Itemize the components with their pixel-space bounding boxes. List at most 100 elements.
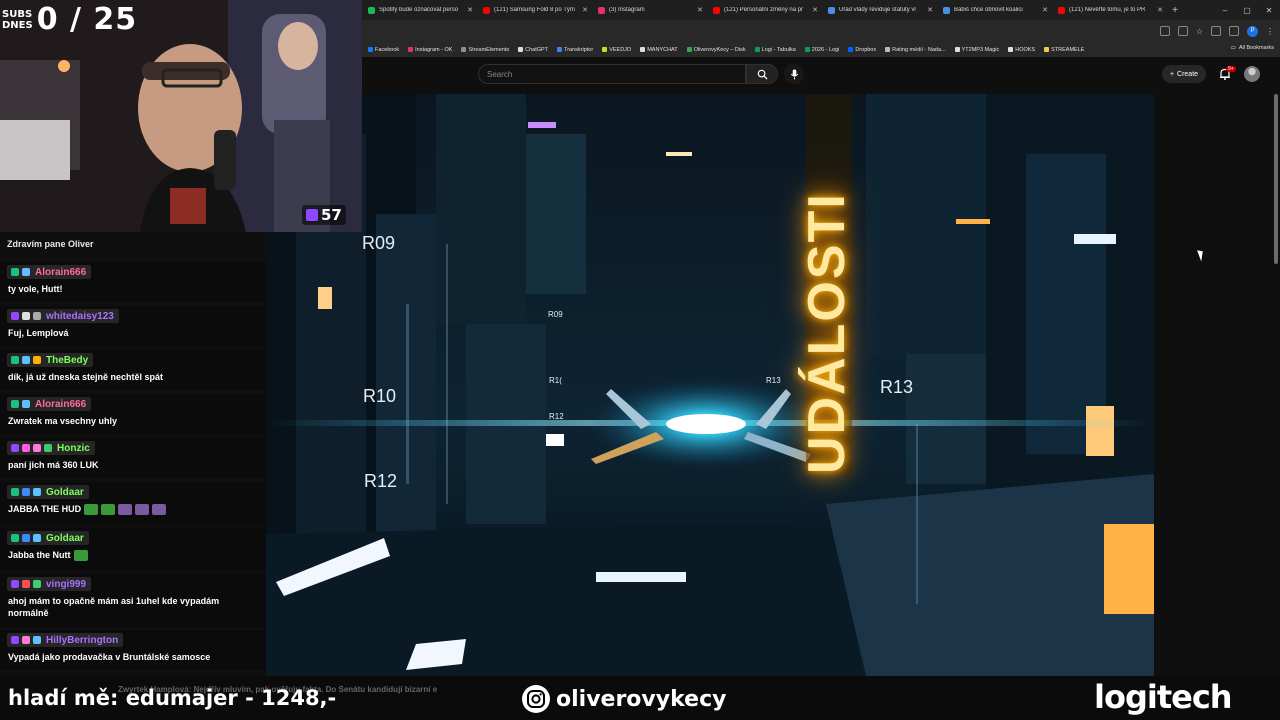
chat-badge-icon [33,534,41,542]
chat-username-pill: Goldaar [7,531,89,545]
tab-favicon [598,6,605,14]
page-scrollbar[interactable] [1274,94,1278,264]
minimize-button[interactable]: – [1214,6,1236,15]
chat-username: Goldaar [46,486,84,498]
chat-username: Alorain666 [35,266,87,278]
bookmark-item[interactable]: HOOKS [1008,47,1035,53]
maximize-button[interactable]: ▢ [1236,6,1258,15]
chat-badge-icon [11,400,19,408]
tab-close-icon[interactable]: ✕ [927,6,933,14]
voice-search-button[interactable] [784,64,804,84]
close-window-button[interactable]: ✕ [1258,6,1280,15]
tab-close-icon[interactable]: ✕ [697,6,703,14]
chat-badge-icon [11,636,19,644]
bookmark-label: Facebook [375,46,400,53]
video-player[interactable]: UDÁLOSTI R09 R10 R12 R13 R09 R1( R13 R12 [266,94,1154,676]
chat-emote-icon [84,504,99,516]
plus-icon: + [1169,70,1175,78]
tab-title: Spotify bude označovat perso [379,7,459,13]
bookmark-item[interactable]: OliverovyKecy – Disk [686,47,746,53]
extensions-icon[interactable] [1211,26,1221,36]
chat-message-text: ahoj mám to opačně mám asi 1uhel kde vyp… [8,595,258,619]
bookmark-item[interactable]: Instagram - OK [408,47,452,53]
chat-emote-icon [101,504,116,516]
chat-username-pill: vingi999 [7,577,92,591]
window-controls: – ▢ ✕ [1214,0,1280,20]
bookmark-item[interactable]: STREAMELE [1044,47,1084,53]
bookmark-label: Rating médií - Nada... [892,46,946,53]
browser-tab[interactable]: Spotify bude označovat perso ✕ [362,0,477,20]
all-bookmarks[interactable]: ▭ All Bookmarks [1231,45,1274,51]
chat-username-pill: Alorain666 [7,265,92,279]
bookmark-favicon [518,47,524,52]
create-label: Create [1177,70,1199,78]
browser-tab[interactable]: (121) Personální změny na pr ✕ [707,0,822,20]
grid-label-small-r12: R12 [549,412,564,421]
chat-badge-icon [33,356,41,364]
tab-favicon [713,6,720,14]
chat-message: Alorain666 ty vole, Hutt! [0,262,266,302]
bookmark-item[interactable]: Facebook [368,47,399,53]
chat-badge-icon [11,534,19,542]
bookmark-item[interactable]: Logi - Tabulka [754,46,796,53]
sidebar-icon[interactable] [1229,26,1239,36]
account-avatar[interactable] [1244,66,1260,82]
chat-badge-icon [33,580,41,588]
menu-icon[interactable]: ⋮ [1266,27,1274,36]
tab-close-icon[interactable]: ✕ [467,6,473,14]
bookmark-item[interactable]: Transkriptor [557,47,593,53]
chat-username-pill: whitedaisy123 [7,309,119,323]
create-button[interactable]: + Create [1162,65,1206,83]
chat-emote-icon [73,550,88,562]
browser-tab[interactable]: (121) Samsung Fold 8 po Tým ✕ [477,0,592,20]
star-icon[interactable]: ☆ [1196,27,1203,36]
bookmark-favicon [602,47,608,52]
browser-tab[interactable]: Úřad vlády reviduje statuty vl ✕ [822,0,937,20]
browser-tab[interactable]: (121) Nevěřte tomu, je to PR ✕ [1052,0,1167,20]
bookmark-item[interactable]: Rating médií - Nada... [885,47,946,53]
notification-badge: 9+ [1226,66,1236,72]
chat-message: TheBedy dík, já už dneska stejně nechtěl … [0,350,266,390]
search-input[interactable]: Search [478,64,746,84]
chat-badge-icon [22,400,30,408]
chat-badge-icon [22,312,30,320]
bookmark-favicon [885,47,891,52]
screen: Spotify bude označovat perso ✕ (121) Samsu… [0,0,1280,720]
browser-tab[interactable]: (3) Instagram ✕ [592,0,707,20]
bookmark-favicon [1008,47,1014,52]
video-frame-cityscape [266,94,1154,676]
new-tab-button[interactable]: + [1169,5,1181,16]
browser-tab[interactable]: Babiš chce obnovit koalici ✕ [937,0,1052,20]
translate-icon[interactable] [1159,26,1170,36]
bookmark-item[interactable]: 2026 - Logi [804,47,839,53]
tab-title: Babiš chce obnovit koalici [954,7,1023,13]
bookmark-label: YT2MP3 Magic [961,46,1000,53]
chat-message: vingi999 ahoj mám to opačně mám asi 1uhel… [0,574,266,628]
bookmark-item[interactable]: VEEDJO [602,47,631,53]
tab-close-icon[interactable]: ✕ [1157,6,1163,14]
youtube-header: Search + Create 9+ [362,57,1280,93]
tab-close-icon[interactable]: ✕ [582,6,588,14]
bookmark-item[interactable]: Dropbox [848,47,876,53]
chat-badge-icon [22,636,30,644]
bookmark-label: Logi - Tabulka [761,46,796,53]
cast-icon[interactable] [1177,26,1188,36]
chat-message-text: Fuj, Lemplová [8,327,258,339]
tab-close-icon[interactable]: ✕ [1042,6,1048,14]
bookmark-item[interactable]: YT2MP3 Magic [954,46,1000,53]
all-bookmarks-label: All Bookmarks [1238,45,1274,51]
bookmark-label: HOOKS [1015,46,1036,53]
bookmark-item[interactable]: StreamElements [461,47,509,53]
chat-text: Vypadá jako prodavačka v Bruntálské samo… [8,652,211,662]
bookmark-item[interactable]: ChatGPT [518,47,548,53]
instagram-handle-text: oliverovykecy [556,686,727,712]
chat-text: JABBA THE HUD [8,504,82,514]
profile-avatar[interactable]: P [1247,25,1258,37]
tab-favicon [943,6,950,14]
chat-badge-icon [33,444,41,452]
search-button[interactable] [746,64,778,84]
tab-close-icon[interactable]: ✕ [812,6,818,14]
viewer-count: 57 [321,206,342,224]
bookmark-item[interactable]: MANYCHAT [640,47,678,53]
tab-favicon [483,6,490,14]
